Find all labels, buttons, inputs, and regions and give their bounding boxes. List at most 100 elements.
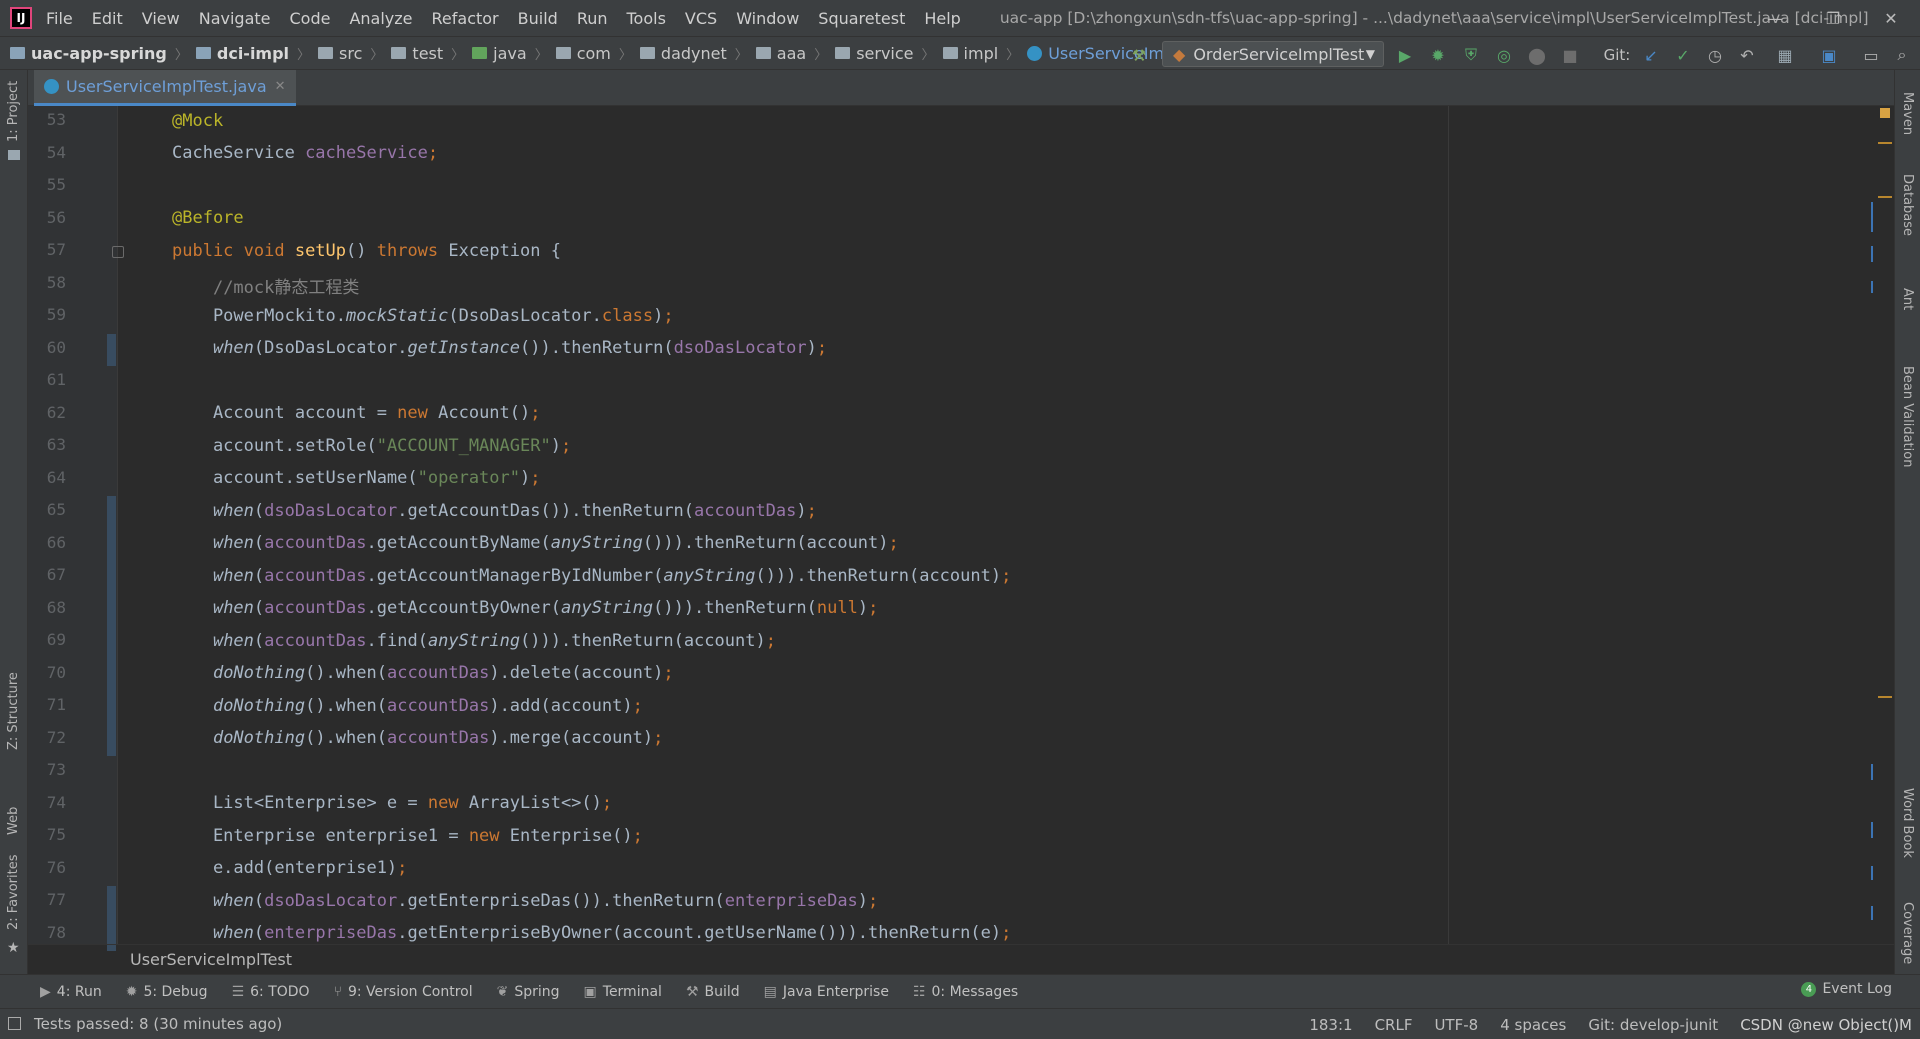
line-number: 62 [46,402,66,422]
tool-tab-ant[interactable]: Ant [1900,288,1915,310]
menu-item-window[interactable]: Window [736,9,799,28]
breadcrumb-separator-icon: 〉 [814,47,828,63]
status-message[interactable]: Tests passed: 8 (30 minutes ago) [34,1015,282,1033]
chevron-down-icon: ▼ [1365,47,1375,61]
line-number: 78 [46,922,66,942]
line-separator[interactable]: CRLF [1375,1016,1413,1034]
tool-tab-coverage[interactable]: Coverage [1900,902,1915,964]
breadcrumb-item[interactable]: java 〉 [472,44,556,63]
profile-icon[interactable]: ◎ [1493,44,1515,66]
editor-tab[interactable]: UserServiceImplTest.java ✕ [34,70,296,106]
tool-window-debug[interactable]: ✹ 5: Debug [126,984,208,1000]
event-log-label: Event Log [1822,981,1892,997]
change-mark[interactable] [1871,906,1873,920]
tool-window-run[interactable]: ▶ 4: Run [40,984,102,1000]
translate-icon[interactable]: ▣ [1818,44,1840,66]
menu-item-code[interactable]: Code [290,9,331,28]
change-mark[interactable] [1871,764,1873,780]
vcs-change-marker[interactable] [107,886,116,951]
tool-tab-database[interactable]: Database [1900,174,1915,236]
line-number: 77 [46,890,66,909]
caret-position[interactable]: 183:1 [1309,1016,1352,1034]
vcs-change-marker[interactable] [107,496,116,756]
event-log-button[interactable]: 4 Event Log [1801,981,1892,997]
stop-icon[interactable]: ■ [1559,44,1581,66]
minimize-icon[interactable]: — [1746,0,1804,36]
tool-tab-structure[interactable]: Z: Structure [6,672,21,750]
breadcrumb-label: java [493,43,527,63]
warning-mark[interactable] [1878,142,1892,144]
indent-setting[interactable]: 4 spaces [1500,1016,1566,1034]
git-branch[interactable]: Git: develop-junit [1588,1016,1718,1034]
tool-tab-favorites[interactable]: 2: Favorites [6,854,21,930]
tool-tab-web[interactable]: Web [6,807,21,835]
menu-item-refactor[interactable]: Refactor [432,9,499,28]
breadcrumb-item[interactable]: impl 〉 [942,44,1028,63]
close-tab-icon[interactable]: ✕ [275,79,286,94]
tool-window-label: 0: Messages [931,983,1019,1000]
menu-item-tools[interactable]: Tools [627,9,666,28]
change-mark[interactable] [1871,202,1873,232]
tool-tab-project[interactable]: 1: Project [6,81,21,142]
git-commit-icon[interactable]: ✓ [1672,44,1694,66]
change-mark[interactable] [1871,246,1873,262]
change-mark[interactable] [1871,866,1873,880]
change-mark[interactable] [1871,281,1873,293]
tool-windows-toggle-icon[interactable] [8,1017,21,1030]
change-mark[interactable] [1871,822,1873,838]
menu-item-run[interactable]: Run [577,9,608,28]
breadcrumb-item[interactable]: test 〉 [391,44,472,63]
code-editor[interactable]: @Mock CacheService cacheService; @Before… [118,106,1894,944]
menu-item-edit[interactable]: Edit [92,9,123,28]
tool-window-java-enterprise[interactable]: ▤ Java Enterprise [764,984,889,1000]
folder-icon [639,47,655,59]
menu-item-vcs[interactable]: VCS [685,9,717,28]
tool-tab-word-book[interactable]: Word Book [1900,788,1915,858]
vcs-change-marker[interactable] [107,333,116,366]
breadcrumb-item[interactable]: dadynet 〉 [639,44,756,63]
tool-window-todo[interactable]: ☰ 6: TODO [232,984,310,1000]
warning-indicator-icon[interactable] [1880,108,1890,118]
menu-item-build[interactable]: Build [518,9,558,28]
restore-icon[interactable]: ❐ [1804,0,1862,36]
git-rollback-icon[interactable]: ↶ [1736,44,1758,66]
tool-window-version-control[interactable]: ⑂ 9: Version Control [334,984,473,1000]
tool-window-terminal[interactable]: ▣ Terminal [584,984,662,1000]
editor-breadcrumb[interactable]: UserServiceImplTest [28,944,1894,974]
menu-item-file[interactable]: File [46,9,73,28]
error-stripe[interactable] [1871,106,1894,944]
presentation-icon[interactable]: ▭ [1860,44,1882,66]
tool-tab-maven[interactable]: Maven [1900,92,1915,135]
editor-breadcrumb-label[interactable]: UserServiceImplTest [130,950,292,969]
line-number: 66 [46,532,66,552]
warning-mark[interactable] [1878,696,1892,698]
run-icon[interactable]: ▶ [1394,44,1416,66]
attach-icon[interactable]: ⬤ [1526,44,1548,66]
search-icon[interactable]: ⌕ [1891,44,1913,66]
breadcrumb-item[interactable]: dci-impl 〉 [195,44,318,63]
run-configuration-select[interactable]: ◆ OrderServiceImplTest ▼ [1162,41,1384,67]
menu-item-help[interactable]: Help [924,9,960,28]
menu-item-analyze[interactable]: Analyze [349,9,412,28]
project-structure-icon[interactable]: ▦ [1774,44,1796,66]
build-hammer-icon[interactable]: ⚒ [1128,44,1150,66]
tool-tab-bean-validation[interactable]: Bean Validation [1900,366,1915,467]
menu-item-squaretest[interactable]: Squaretest [818,9,905,28]
debug-icon[interactable]: ✹ [1427,44,1449,66]
close-window-icon[interactable]: ✕ [1862,0,1920,36]
menu-item-view[interactable]: View [142,9,180,28]
breadcrumb-item[interactable]: service 〉 [835,44,942,63]
breadcrumb-item[interactable]: com 〉 [555,44,640,63]
menu-item-navigate[interactable]: Navigate [199,9,271,28]
git-update-icon[interactable]: ↙ [1640,44,1662,66]
tool-window-spring[interactable]: ❦ Spring [497,984,560,1000]
tool-window-build[interactable]: ⚒ Build [686,984,740,1000]
breadcrumb-item[interactable]: src 〉 [318,44,391,63]
file-encoding[interactable]: UTF-8 [1434,1016,1478,1034]
tool-window-messages[interactable]: ☷ 0: Messages [913,984,1018,1000]
warning-mark[interactable] [1878,196,1892,198]
breadcrumb-item[interactable]: uac-app-spring 〉 [10,44,196,63]
breadcrumb-item[interactable]: aaa 〉 [755,44,835,63]
git-history-icon[interactable]: ◷ [1704,44,1726,66]
run-with-coverage-icon[interactable]: ⛨ [1460,44,1482,66]
